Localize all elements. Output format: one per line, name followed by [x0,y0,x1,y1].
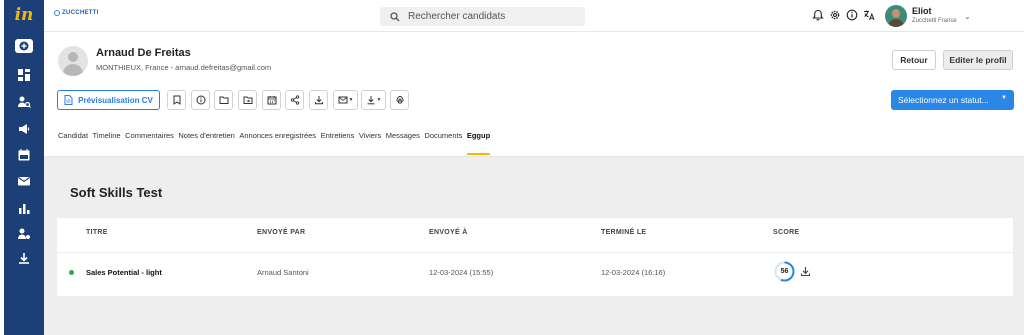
tab-viviers[interactable]: Viviers [359,131,381,140]
sidebar: in [4,0,44,335]
column-header-envoye-a: ENVOYÉ À [429,229,468,236]
folder-move-icon[interactable] [238,90,257,110]
bell-icon[interactable] [812,9,824,21]
chevron-down-icon: ▼ [348,97,354,103]
add-icon[interactable] [15,39,33,53]
statistics-icon[interactable] [13,199,35,217]
search-input[interactable]: Rechercher candidats [380,7,585,26]
column-header-envoye-par: ENVOYÉ PAR [257,229,306,236]
mail-dropdown[interactable]: ▼ [333,90,358,110]
tab-candidat[interactable]: Candidat [58,131,88,140]
tab-notes-d-entretien[interactable]: Notes d'entretien [178,131,234,140]
dashboard-icon[interactable] [13,66,35,84]
brand-logo[interactable]: ZUCCHETTI [54,10,99,16]
search-icon [390,11,400,21]
back-button[interactable]: Retour [892,50,936,70]
app-root: in ZUCCHETTI Rechercher candidats Eliot … [0,0,1024,335]
chevron-down-icon: ▼ [376,97,382,103]
calendar-icon[interactable] [13,146,35,164]
search-placeholder: Rechercher candidats [408,11,506,22]
section-title: Soft Skills Test [70,185,163,200]
user-org: Zucchetti France [912,18,957,24]
download-icon[interactable] [800,266,811,277]
mail-icon [338,96,348,104]
bookmark-icon[interactable] [167,90,186,110]
download-icon[interactable] [309,90,328,110]
status-select[interactable]: Sélectionnez un statut... ▼ [891,90,1014,110]
preview-cv-button[interactable]: Prévisualisation CV [57,90,160,110]
edit-profile-button[interactable]: Editer le profil [943,50,1013,70]
column-header-termine-le: TERMINÉ LE [601,229,647,236]
table-header-divider [57,252,1013,253]
profile-tabs: Candidat Timeline Commentaires Notes d'entr… [58,131,491,155]
fingerprint-icon[interactable] [390,90,409,110]
column-header-titre: TITRE [86,229,108,236]
chevron-down-icon: ▼ [1001,95,1007,101]
tab-documents[interactable]: Documents [424,131,462,140]
tab-annonces-enregistr-es[interactable]: Annonces enregistrées [239,131,316,140]
tab-timeline[interactable]: Timeline [93,131,121,140]
info-icon[interactable] [846,9,858,21]
row-title[interactable]: Sales Potential - light [86,268,162,277]
column-header-score: SCORE [773,229,800,236]
status-dot [69,270,74,275]
candidate-name: Arnaud De Freitas [96,47,191,59]
score-value: 56 [780,268,789,275]
tab-commentaires[interactable]: Commentaires [125,131,174,140]
export-icon [367,96,375,105]
translate-icon[interactable] [863,9,875,21]
campaigns-icon[interactable] [13,120,35,138]
header-icons [812,9,875,21]
preview-cv-label: Prévisualisation CV [78,95,153,105]
user-settings-icon[interactable] [13,225,35,243]
candidate-location-email: MONTHIEUX, France - arnaud.defreitas@gma… [96,63,272,72]
mail-icon[interactable] [13,172,35,190]
app-logo[interactable]: in [4,4,44,26]
tab-eggup[interactable]: Eggup [466,131,491,155]
gear-icon[interactable] [829,9,841,21]
brand-mark-icon [54,10,60,16]
export-dropdown[interactable]: ▼ [361,90,386,110]
row-completed-at: 12-03-2024 (16:16) [601,268,666,277]
user-name[interactable]: Eliot [912,6,932,16]
status-select-label: Sélectionnez un statut... [898,95,989,105]
info-icon[interactable] [191,90,210,110]
top-bar: ZUCCHETTI Rechercher candidats [44,0,1024,32]
candidate-avatar [58,46,88,76]
row-sent-by: Arnaud Santoni [257,268,309,277]
download-icon[interactable] [13,249,35,267]
calendar-icon[interactable] [262,90,281,110]
tab-messages[interactable]: Messages [386,131,420,140]
chevron-down-icon[interactable]: ⌄ [964,12,971,21]
tab-entretiens[interactable]: Entretiens [321,131,355,140]
candidates-icon[interactable] [13,93,35,111]
user-avatar[interactable] [885,5,907,27]
brand-label: ZUCCHETTI [62,10,99,16]
results-table [57,218,1013,296]
row-sent-at: 12-03-2024 (15:55) [429,268,494,277]
share-icon[interactable] [285,90,304,110]
folder-icon[interactable] [214,90,233,110]
document-icon [64,95,73,105]
